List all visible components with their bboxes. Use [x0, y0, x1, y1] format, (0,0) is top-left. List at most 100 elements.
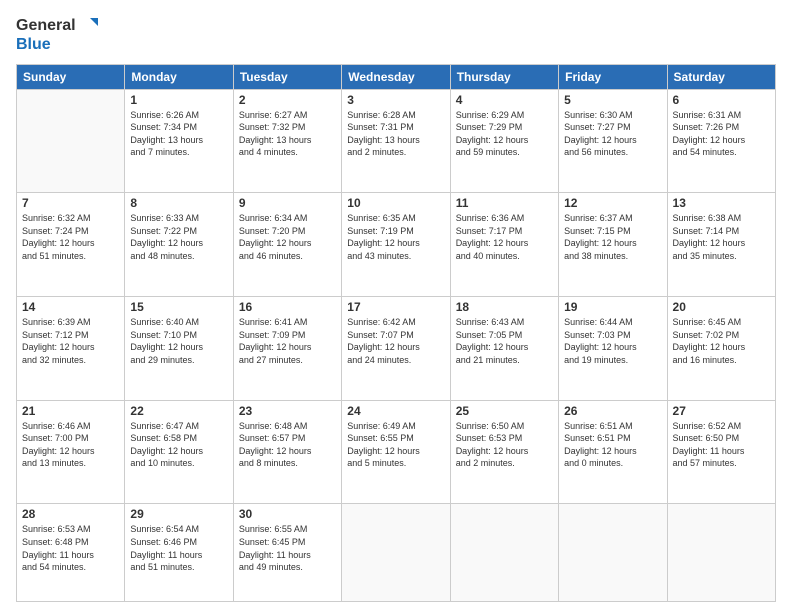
- weekday-header-row: SundayMondayTuesdayWednesdayThursdayFrid…: [17, 64, 776, 89]
- day-number: 4: [456, 93, 553, 107]
- calendar-cell: 20 Sunrise: 6:45 AMSunset: 7:02 PMDayligh…: [667, 297, 775, 401]
- day-info: Sunrise: 6:43 AMSunset: 7:05 PMDaylight:…: [456, 316, 553, 366]
- day-info: Sunrise: 6:45 AMSunset: 7:02 PMDaylight:…: [673, 316, 770, 366]
- day-number: 10: [347, 196, 444, 210]
- day-info: Sunrise: 6:47 AMSunset: 6:58 PMDaylight:…: [130, 420, 227, 470]
- page-header: General Blue: [16, 16, 776, 54]
- calendar-row-5: 28 Sunrise: 6:53 AMSunset: 6:48 PMDayligh…: [17, 504, 776, 602]
- day-number: 12: [564, 196, 661, 210]
- day-number: 2: [239, 93, 336, 107]
- day-number: 9: [239, 196, 336, 210]
- day-info: Sunrise: 6:32 AMSunset: 7:24 PMDaylight:…: [22, 212, 119, 262]
- day-info: Sunrise: 6:54 AMSunset: 6:46 PMDaylight:…: [130, 523, 227, 573]
- logo-bird-icon: [78, 16, 98, 36]
- calendar-cell: 23 Sunrise: 6:48 AMSunset: 6:57 PMDayligh…: [233, 400, 341, 504]
- day-number: 15: [130, 300, 227, 314]
- day-info: Sunrise: 6:41 AMSunset: 7:09 PMDaylight:…: [239, 316, 336, 366]
- calendar-cell: 1 Sunrise: 6:26 AMSunset: 7:34 PMDaylight…: [125, 89, 233, 193]
- calendar-row-4: 21 Sunrise: 6:46 AMSunset: 7:00 PMDayligh…: [17, 400, 776, 504]
- day-number: 3: [347, 93, 444, 107]
- day-number: 22: [130, 404, 227, 418]
- calendar-cell: 28 Sunrise: 6:53 AMSunset: 6:48 PMDayligh…: [17, 504, 125, 602]
- day-number: 23: [239, 404, 336, 418]
- calendar-cell: [342, 504, 450, 602]
- calendar-table: SundayMondayTuesdayWednesdayThursdayFrid…: [16, 64, 776, 602]
- calendar-cell: 2Sunrise: 6:27 AMSunset: 7:32 PMDaylight…: [233, 89, 341, 193]
- calendar-cell: 14Sunrise: 6:39 AMSunset: 7:12 PMDayligh…: [17, 297, 125, 401]
- logo-general: General: [16, 17, 76, 35]
- weekday-thursday: Thursday: [450, 64, 558, 89]
- calendar-cell: 21 Sunrise: 6:46 AMSunset: 7:00 PMDayligh…: [17, 400, 125, 504]
- day-info: Sunrise: 6:26 AMSunset: 7:34 PMDaylight:…: [130, 109, 227, 159]
- weekday-friday: Friday: [559, 64, 667, 89]
- day-number: 28: [22, 507, 119, 521]
- calendar-cell: 29 Sunrise: 6:54 AMSunset: 6:46 PMDayligh…: [125, 504, 233, 602]
- day-info: Sunrise: 6:46 AMSunset: 7:00 PMDaylight:…: [22, 420, 119, 470]
- day-number: 29: [130, 507, 227, 521]
- day-info: Sunrise: 6:53 AMSunset: 6:48 PMDaylight:…: [22, 523, 119, 573]
- calendar-cell: 18 Sunrise: 6:43 AMSunset: 7:05 PMDayligh…: [450, 297, 558, 401]
- calendar-cell: 30 Sunrise: 6:55 AMSunset: 6:45 PMDayligh…: [233, 504, 341, 602]
- day-info: Sunrise: 6:34 AMSunset: 7:20 PMDaylight:…: [239, 212, 336, 262]
- day-number: 26: [564, 404, 661, 418]
- day-info: Sunrise: 6:50 AMSunset: 6:53 PMDaylight:…: [456, 420, 553, 470]
- day-number: 18: [456, 300, 553, 314]
- weekday-sunday: Sunday: [17, 64, 125, 89]
- day-info: Sunrise: 6:44 AMSunset: 7:03 PMDaylight:…: [564, 316, 661, 366]
- calendar-cell: 27 Sunrise: 6:52 AMSunset: 6:50 PMDayligh…: [667, 400, 775, 504]
- day-info: Sunrise: 6:28 AMSunset: 7:31 PMDaylight:…: [347, 109, 444, 159]
- day-info: Sunrise: 6:49 AMSunset: 6:55 PMDaylight:…: [347, 420, 444, 470]
- calendar-cell: 5 Sunrise: 6:30 AMSunset: 7:27 PMDaylight…: [559, 89, 667, 193]
- weekday-monday: Monday: [125, 64, 233, 89]
- day-number: 14: [22, 300, 119, 314]
- day-info: Sunrise: 6:30 AMSunset: 7:27 PMDaylight:…: [564, 109, 661, 159]
- calendar-cell: 4 Sunrise: 6:29 AMSunset: 7:29 PMDaylight…: [450, 89, 558, 193]
- calendar-cell: [450, 504, 558, 602]
- day-number: 25: [456, 404, 553, 418]
- calendar-cell: 26 Sunrise: 6:51 AMSunset: 6:51 PMDayligh…: [559, 400, 667, 504]
- calendar-cell: 9 Sunrise: 6:34 AMSunset: 7:20 PMDaylight…: [233, 193, 341, 297]
- day-info: Sunrise: 6:48 AMSunset: 6:57 PMDaylight:…: [239, 420, 336, 470]
- logo: General Blue: [16, 16, 98, 54]
- day-number: 6: [673, 93, 770, 107]
- calendar-cell: 25 Sunrise: 6:50 AMSunset: 6:53 PMDayligh…: [450, 400, 558, 504]
- day-info: Sunrise: 6:29 AMSunset: 7:29 PMDaylight:…: [456, 109, 553, 159]
- calendar-cell: 3 Sunrise: 6:28 AMSunset: 7:31 PMDaylight…: [342, 89, 450, 193]
- day-info: Sunrise: 6:40 AMSunset: 7:10 PMDaylight:…: [130, 316, 227, 366]
- calendar-cell: 12Sunrise: 6:37 AMSunset: 7:15 PMDayligh…: [559, 193, 667, 297]
- day-number: 24: [347, 404, 444, 418]
- day-info: Sunrise: 6:52 AMSunset: 6:50 PMDaylight:…: [673, 420, 770, 470]
- day-info: Sunrise: 6:36 AMSunset: 7:17 PMDaylight:…: [456, 212, 553, 262]
- calendar-cell: 6 Sunrise: 6:31 AMSunset: 7:26 PMDaylight…: [667, 89, 775, 193]
- calendar-cell: 24 Sunrise: 6:49 AMSunset: 6:55 PMDayligh…: [342, 400, 450, 504]
- calendar-cell: 8Sunrise: 6:33 AMSunset: 7:22 PMDaylight…: [125, 193, 233, 297]
- day-number: 16: [239, 300, 336, 314]
- calendar-cell: [667, 504, 775, 602]
- day-info: Sunrise: 6:38 AMSunset: 7:14 PMDaylight:…: [673, 212, 770, 262]
- day-info: Sunrise: 6:51 AMSunset: 6:51 PMDaylight:…: [564, 420, 661, 470]
- logo-blue: Blue: [16, 36, 51, 54]
- calendar-cell: 17Sunrise: 6:42 AMSunset: 7:07 PMDayligh…: [342, 297, 450, 401]
- weekday-tuesday: Tuesday: [233, 64, 341, 89]
- calendar-cell: 10Sunrise: 6:35 AMSunset: 7:19 PMDayligh…: [342, 193, 450, 297]
- day-info: Sunrise: 6:33 AMSunset: 7:22 PMDaylight:…: [130, 212, 227, 262]
- day-number: 20: [673, 300, 770, 314]
- day-info: Sunrise: 6:31 AMSunset: 7:26 PMDaylight:…: [673, 109, 770, 159]
- day-number: 1: [130, 93, 227, 107]
- day-number: 19: [564, 300, 661, 314]
- calendar-cell: 7Sunrise: 6:32 AMSunset: 7:24 PMDaylight…: [17, 193, 125, 297]
- calendar-cell: 19 Sunrise: 6:44 AMSunset: 7:03 PMDayligh…: [559, 297, 667, 401]
- day-info: Sunrise: 6:42 AMSunset: 7:07 PMDaylight:…: [347, 316, 444, 366]
- day-number: 21: [22, 404, 119, 418]
- calendar-cell: 15 Sunrise: 6:40 AMSunset: 7:10 PMDayligh…: [125, 297, 233, 401]
- calendar-cell: [17, 89, 125, 193]
- calendar-cell: [559, 504, 667, 602]
- day-number: 30: [239, 507, 336, 521]
- weekday-wednesday: Wednesday: [342, 64, 450, 89]
- calendar-cell: 13 Sunrise: 6:38 AMSunset: 7:14 PMDayligh…: [667, 193, 775, 297]
- calendar-cell: 22 Sunrise: 6:47 AMSunset: 6:58 PMDayligh…: [125, 400, 233, 504]
- day-number: 27: [673, 404, 770, 418]
- day-number: 5: [564, 93, 661, 107]
- day-info: Sunrise: 6:55 AMSunset: 6:45 PMDaylight:…: [239, 523, 336, 573]
- day-number: 13: [673, 196, 770, 210]
